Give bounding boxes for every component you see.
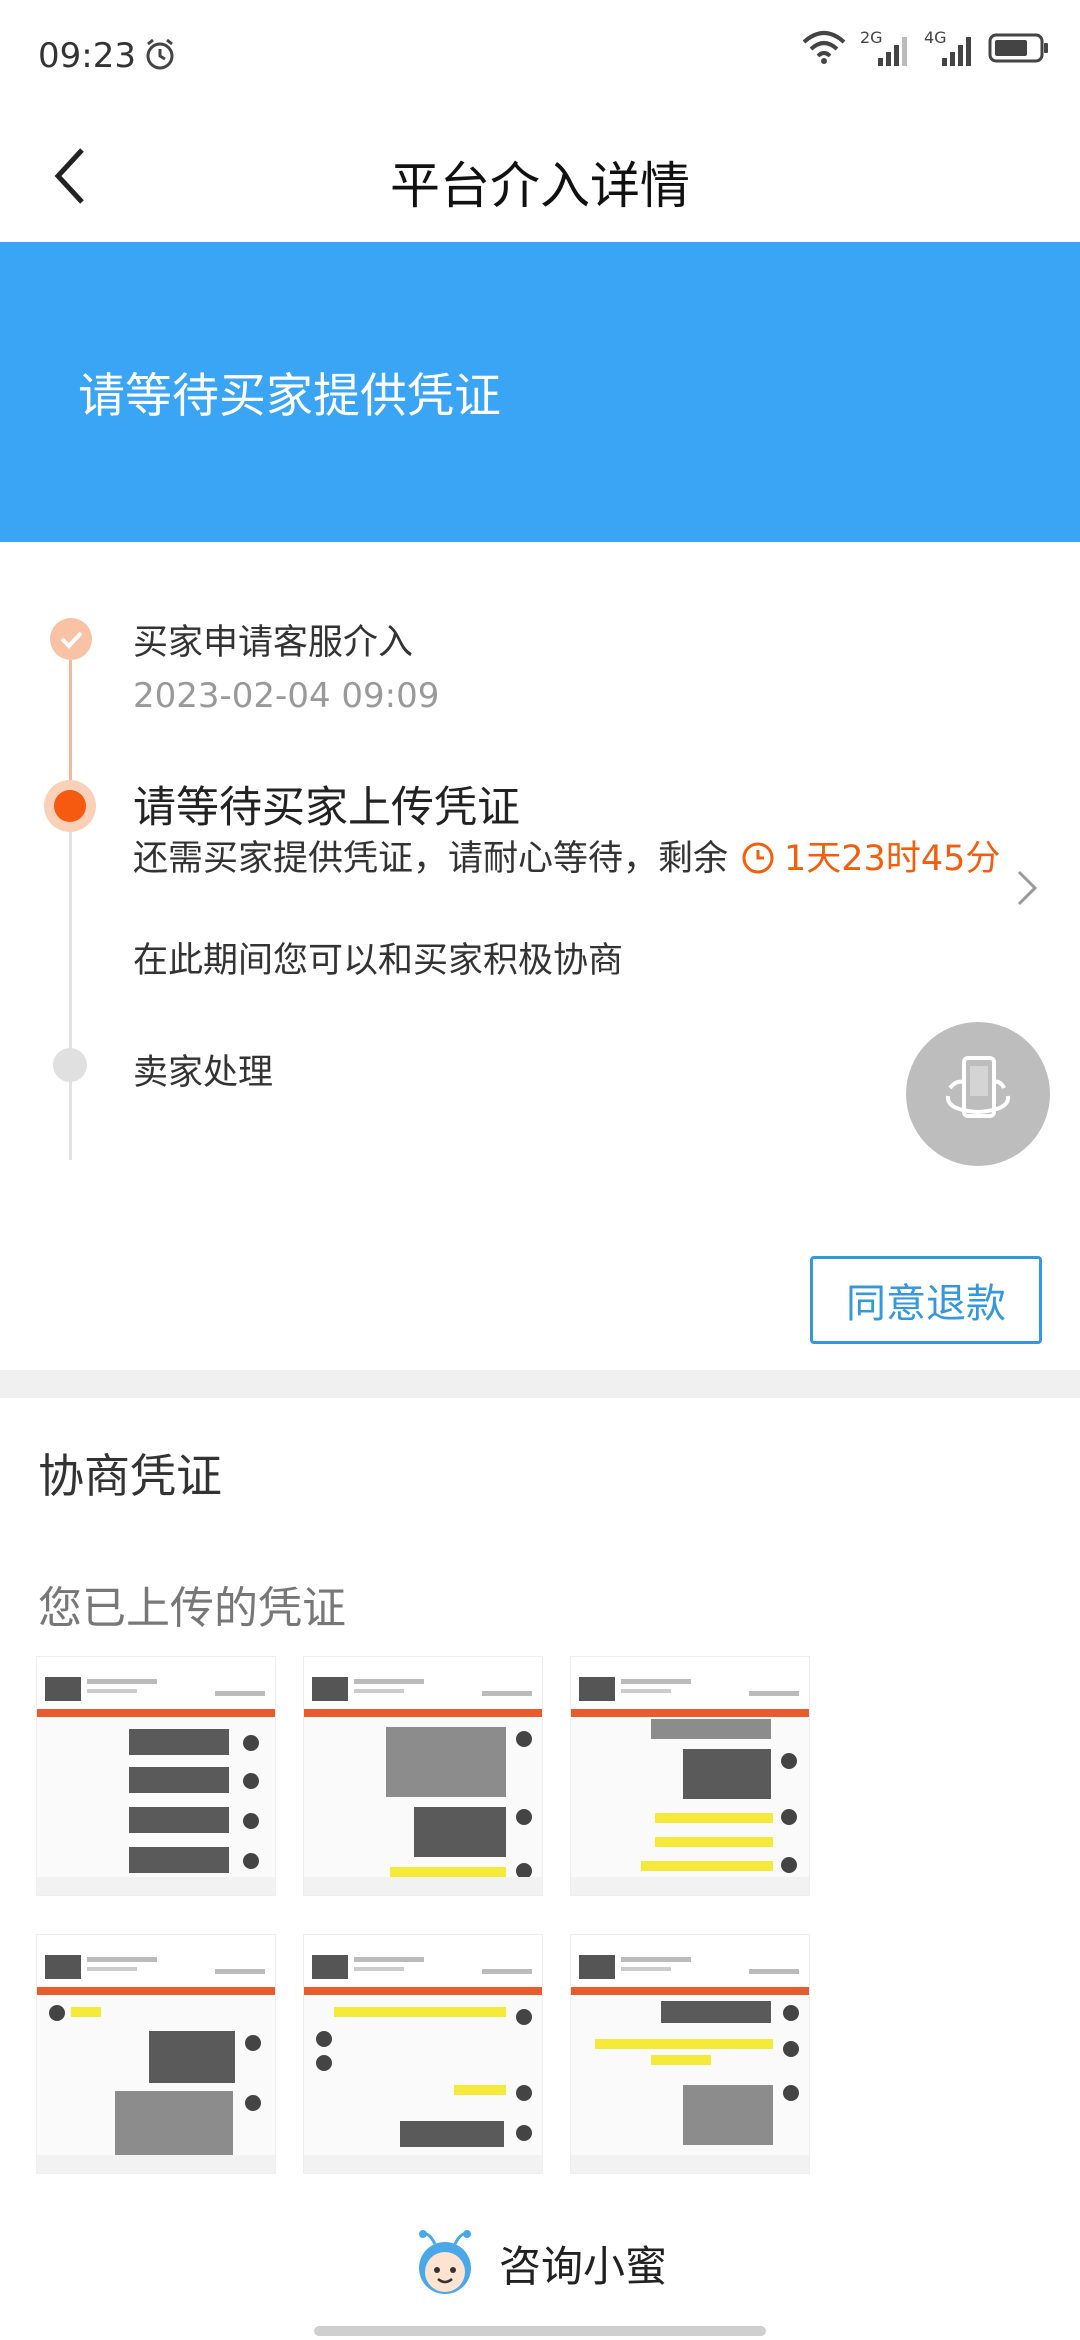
evidence-thumbnail[interactable] — [36, 1934, 276, 2174]
evidence-thumbnail[interactable] — [570, 1656, 810, 1896]
section-title-evidence: 协商凭证 — [38, 1449, 222, 1503]
status-bar: 09:23 2G 4G — [0, 0, 1080, 110]
step-1-time: 2023-02-04 09:09 — [133, 676, 440, 716]
nav-header: 平台介入详情 — [0, 110, 1080, 242]
step-done-check-icon — [50, 618, 92, 660]
step-current-dot-icon — [44, 780, 96, 832]
countdown-text: 1天23时45分 — [784, 839, 1001, 879]
alarm-icon — [142, 36, 178, 76]
battery-icon — [988, 32, 1050, 68]
section-divider — [0, 1370, 1080, 1398]
signal-icon-4g: 4G — [924, 28, 974, 68]
network-type-label: 2G — [860, 28, 883, 47]
status-banner: 请等待买家提供凭证 — [0, 242, 1080, 542]
step-2-desc-text: 还需买家提供凭证，请耐心等待，剩余 — [133, 839, 729, 879]
clock-icon — [740, 840, 776, 890]
home-indicator[interactable] — [314, 2326, 766, 2336]
rotate-phone-icon — [945, 1056, 1011, 1118]
evidence-thumbnail[interactable] — [303, 1656, 543, 1896]
network-type-label: 4G — [924, 28, 947, 47]
assistant-mascot-icon — [413, 2226, 477, 2300]
floating-rotate-phone-button[interactable] — [906, 1022, 1050, 1166]
step-2-description[interactable]: 还需买家提供凭证，请耐心等待，剩余 1天23时45分 — [133, 834, 1013, 890]
agree-refund-button[interactable]: 同意退款 — [810, 1256, 1042, 1344]
page-title: 平台介入详情 — [390, 157, 690, 215]
wifi-icon — [802, 30, 846, 68]
status-time: 09:23 — [38, 36, 136, 76]
step-1-title: 买家申请客服介入 — [133, 623, 414, 663]
step-2-title: 请等待买家上传凭证 — [133, 783, 520, 833]
step-3-title: 卖家处理 — [133, 1053, 274, 1093]
consult-assistant-button[interactable]: 咨询小蜜 — [0, 2226, 1080, 2300]
consult-label: 咨询小蜜 — [498, 2241, 667, 2291]
evidence-thumbnail[interactable] — [36, 1656, 276, 1896]
banner-text: 请等待买家提供凭证 — [78, 369, 501, 424]
chevron-right-icon[interactable] — [1015, 868, 1041, 912]
timeline-line-done — [69, 660, 72, 800]
uploaded-evidence-label: 您已上传的凭证 — [38, 1583, 346, 1634]
signal-icon-2g: 2G — [860, 28, 910, 68]
evidence-thumbnail[interactable] — [570, 1934, 810, 2174]
evidence-thumbnail[interactable] — [303, 1934, 543, 2174]
timeline-line-pending — [69, 830, 72, 1160]
step-2-note: 在此期间您可以和买家积极协商 — [133, 941, 624, 981]
step-pending-dot-icon — [53, 1048, 87, 1082]
